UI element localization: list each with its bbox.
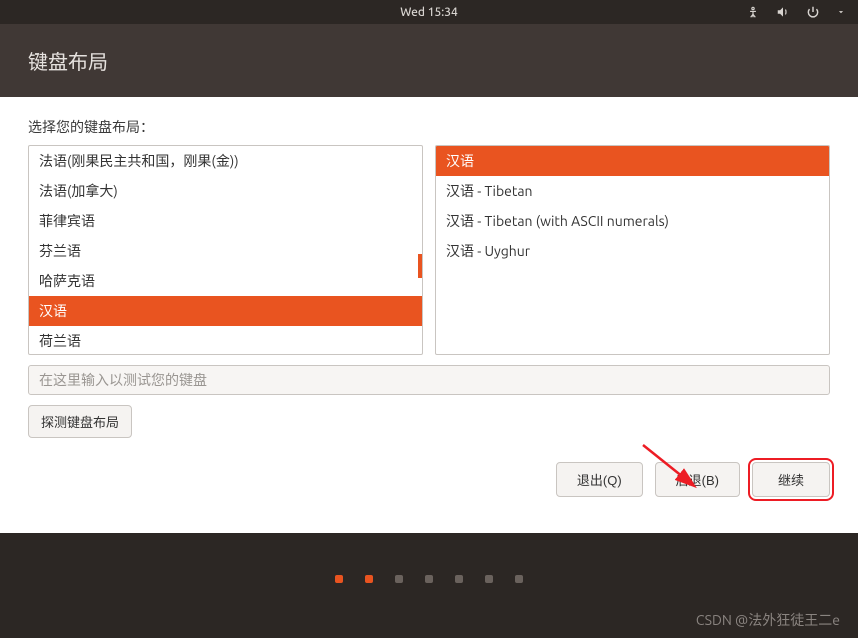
language-listbox[interactable]: 法语(刚果民主共和国，刚果(金))法语(加拿大)菲律宾语芬兰语哈萨克语汉语荷兰语… (28, 145, 423, 355)
list-item[interactable]: 汉语 (29, 296, 422, 326)
progress-dot (425, 575, 433, 583)
list-item[interactable]: 汉语 - Tibetan (436, 176, 829, 206)
scroll-thumb[interactable] (418, 254, 422, 278)
progress-dot (455, 575, 463, 583)
accessibility-icon[interactable] (746, 5, 760, 19)
volume-icon[interactable] (776, 5, 790, 19)
keyboard-test-input[interactable] (28, 365, 830, 395)
watermark: CSDN @法外狂徒王二e (696, 610, 840, 630)
installer-header: 键盘布局 (0, 24, 858, 97)
continue-button[interactable]: 继续 (752, 462, 830, 497)
list-item[interactable]: 汉语 - Uyghur (436, 236, 829, 266)
main-content: 选择您的键盘布局： 法语(刚果民主共和国，刚果(金))法语(加拿大)菲律宾语芬兰… (0, 97, 858, 438)
list-item[interactable]: 菲律宾语 (29, 206, 422, 236)
progress-dot (365, 575, 373, 583)
list-item[interactable]: 哈萨克语 (29, 266, 422, 296)
list-item[interactable]: 芬兰语 (29, 236, 422, 266)
progress-dot (515, 575, 523, 583)
progress-dot (335, 575, 343, 583)
quit-button[interactable]: 退出(Q) (556, 462, 643, 497)
bottom-panel: CSDN @法外狂徒王二e (0, 533, 858, 638)
page-title: 键盘布局 (28, 50, 108, 73)
progress-dot (395, 575, 403, 583)
topbar: Wed 15:34 (0, 0, 858, 24)
chevron-down-icon[interactable] (836, 7, 846, 17)
list-item[interactable]: 荷兰语 (29, 326, 422, 354)
list-item[interactable]: 法语(刚果民主共和国，刚果(金)) (29, 146, 422, 176)
detect-layout-button[interactable]: 探测键盘布局 (28, 405, 132, 438)
list-item[interactable]: 法语(加拿大) (29, 176, 422, 206)
list-item[interactable]: 汉语 - Tibetan (with ASCII numerals) (436, 206, 829, 236)
progress-dot (485, 575, 493, 583)
clock: Wed 15:34 (400, 6, 458, 19)
instruction-label: 选择您的键盘布局： (28, 117, 830, 137)
power-icon[interactable] (806, 5, 820, 19)
back-button[interactable]: 后退(B) (655, 462, 740, 497)
progress-dots (335, 575, 523, 583)
variant-listbox[interactable]: 汉语汉语 - Tibetan汉语 - Tibetan (with ASCII n… (435, 145, 830, 355)
list-item[interactable]: 汉语 (436, 146, 829, 176)
footer-buttons: 退出(Q) 后退(B) 继续 (0, 438, 858, 515)
